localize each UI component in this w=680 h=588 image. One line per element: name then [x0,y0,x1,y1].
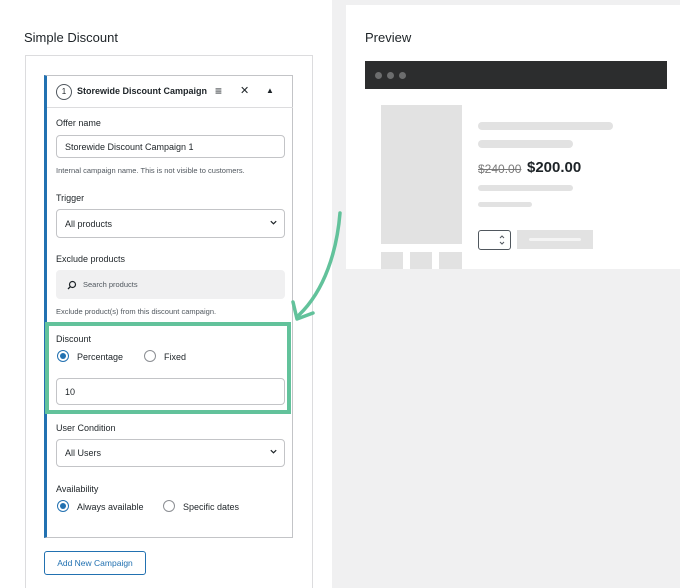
stepper-arrows-icon [499,235,505,245]
discount-highlight-box [45,322,291,414]
always-available-label: Always available [77,502,144,512]
campaign-title: Storewide Discount Campaign [77,86,208,96]
arrow-icon [291,211,342,321]
availability-label: Availability [56,484,99,494]
user-condition-label: User Condition [56,423,116,433]
user-condition-select[interactable]: All Users [56,439,285,467]
window-dot [399,72,406,79]
add-new-campaign-button[interactable]: Add New Campaign [44,551,146,575]
subtitle-line-placeholder [478,140,573,148]
product-image-placeholder [381,105,462,244]
search-icon [67,280,77,289]
trigger-label: Trigger [56,193,85,203]
chevron-down-icon [270,449,277,454]
offer-name-input[interactable]: Storewide Discount Campaign 1 [56,135,285,158]
offer-name-help: Internal campaign name. This is not visi… [56,166,245,175]
campaign-card-header[interactable]: 1 Storewide Discount Campaign ≡ ✕ ▲ [47,76,293,108]
always-available-radio[interactable] [57,500,69,512]
campaign-card: 1 Storewide Discount Campaign ≡ ✕ ▲ Offe… [44,75,293,538]
title-line-placeholder [478,122,613,130]
user-condition-value: All Users [65,448,102,458]
exclude-products-label: Exclude products [56,254,126,264]
step-number: 1 [56,84,72,100]
text-line-placeholder [478,185,573,191]
drag-handle-icon[interactable]: ≡ [215,84,222,98]
offer-name-label: Offer name [56,118,101,128]
preview-title: Preview [365,30,412,45]
exclude-products-placeholder: Search products [83,280,138,289]
close-icon[interactable]: ✕ [240,84,249,98]
offer-name-value: Storewide Discount Campaign 1 [65,141,194,152]
collapse-arrow-icon[interactable]: ▲ [266,84,274,98]
thumbnail-placeholder [410,252,432,269]
exclude-products-search[interactable]: Search products [56,270,285,299]
exclude-products-help: Exclude product(s) from this discount ca… [56,307,217,316]
window-dot [375,72,382,79]
panel-title: Simple Discount [24,30,118,45]
chevron-down-icon [270,220,277,225]
specific-dates-radio[interactable] [163,500,175,512]
window-dot [387,72,394,79]
specific-dates-label: Specific dates [183,502,240,512]
browser-bar [365,61,667,89]
text-line-placeholder [478,202,532,207]
quantity-stepper[interactable] [478,230,511,250]
thumbnail-placeholder [381,252,403,269]
trigger-value: All products [65,218,113,229]
old-price: $240.00 [478,162,522,176]
add-to-cart-placeholder [517,230,593,249]
new-price: $200.00 [527,159,582,176]
trigger-select[interactable]: All products [56,209,285,238]
preview-browser: $240.00 $200.00 [365,61,667,269]
thumbnail-placeholder [439,252,462,269]
